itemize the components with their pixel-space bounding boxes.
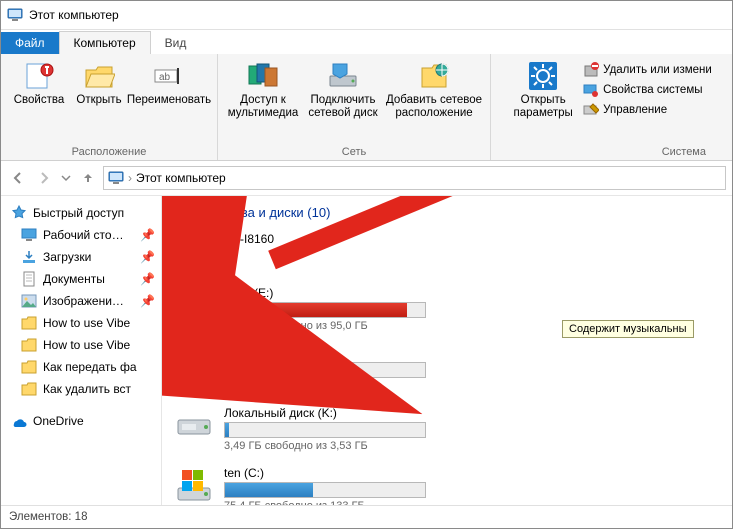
properties-button[interactable]: Свойства [7,56,71,144]
sidebar-item-downloads[interactable]: Загрузки📌 [1,246,161,268]
pin-icon: 📌 [140,272,155,286]
pin-icon: 📌 [140,228,155,242]
usage-bar [224,422,426,438]
explorer-window: Этот компьютер Файл Компьютер Вид Свойст… [0,0,733,529]
tab-view[interactable]: Вид [151,32,201,54]
nav-recent-button[interactable] [59,167,73,189]
computer-icon [7,7,23,23]
folder-icon [21,315,37,331]
sidebar-item-desktop[interactable]: Рабочий сто…📌 [1,224,161,246]
sidebar-onedrive[interactable]: OneDrive [1,410,161,432]
open-settings-button[interactable]: Открыть параметры [507,56,579,119]
window-title: Этот компьютер [29,8,119,22]
hdd-icon [174,286,214,326]
desktop-icon [21,227,37,243]
sidebar-item-folder[interactable]: Как удалить вст [1,378,161,400]
usage-bar [224,482,426,498]
chevron-down-icon: ⌄ [170,204,181,220]
devices-group-header[interactable]: ⌄ Устройства и диски (10) [170,204,724,220]
folder-icon [21,381,37,397]
sidebar-item-pictures[interactable]: Изображени…📌 [1,290,161,312]
manage-button[interactable]: Управление [579,100,716,120]
device-item[interactable]: GT-I8160 [170,228,460,282]
pictures-icon [21,293,37,309]
hdd-icon [174,406,214,446]
computer-icon [108,170,124,186]
drive-item-local-k[interactable]: Локальный диск (K:) 3,49 ГБ свободно из … [170,402,460,462]
add-network-location-button[interactable]: Добавить сетевое расположение [384,56,484,144]
map-drive-icon [327,60,359,92]
folder-icon [21,359,37,375]
open-icon [83,60,115,92]
tooltip: Содержит музыкальны [562,320,694,338]
open-button[interactable]: Открыть [71,56,127,144]
documents-icon [21,271,37,287]
system-properties-button[interactable]: Свойства системы [579,80,716,100]
tab-computer[interactable]: Компьютер [59,31,151,54]
drive-item-ten-c[interactable]: ten (C:) 75,4 ГБ свободно из 133 ГБ [170,462,460,505]
drive-item-hptools[interactable]: HP_TOOLS (H:) 1,98 ГБ свободно из 2,00 Г… [170,342,460,402]
uninstall-programs-button[interactable]: Удалить или измени [579,60,716,80]
nav-back-button[interactable] [7,167,29,189]
address-bar-row: › Этот компьютер [1,161,732,196]
ribbon-group-network: Доступ к мультимедиа Подключить сетевой … [218,54,491,160]
group-label-system: Система [662,144,706,160]
nav-up-button[interactable] [77,167,99,189]
windows-drive-icon [174,466,214,505]
sysprops-icon [583,82,599,98]
svg-text:ab: ab [159,72,171,83]
pin-icon: 📌 [140,294,155,308]
sidebar-item-documents[interactable]: Документы📌 [1,268,161,290]
usage-bar [224,362,426,378]
group-label-network: Сеть [342,144,366,160]
address-bar[interactable]: › Этот компьютер [103,166,726,190]
sidebar-item-folder[interactable]: Как передать фа [1,356,161,378]
mp3-player-icon [174,232,214,272]
properties-icon [23,60,55,92]
map-drive-button[interactable]: Подключить сетевой диск [302,56,384,144]
group-label-location: Расположение [72,144,147,160]
manage-icon [583,102,599,118]
navigation-pane: Быстрый доступ Рабочий сто…📌 Загрузки📌 Д… [1,196,162,505]
pin-icon: 📌 [140,250,155,264]
sidebar-item-folder[interactable]: How to use Vibe [1,312,161,334]
star-icon [11,205,27,221]
nav-forward-button[interactable] [33,167,55,189]
status-bar: Элементов: 18 [1,505,732,528]
media-icon [247,60,279,92]
drive-item-store[interactable]: store (E:) 8,47 ГБ свободно из 95,0 ГБ [170,282,460,342]
tab-file[interactable]: Файл [1,32,59,54]
usage-bar [224,302,426,318]
rename-icon: ab [153,60,185,92]
downloads-icon [21,249,37,265]
ribbon: Свойства Открыть ab Переименовать Распол… [1,54,732,161]
rename-button[interactable]: ab Переименовать [127,56,211,144]
ribbon-group-location: Свойства Открыть ab Переименовать Распол… [1,54,218,160]
status-item-count: Элементов: 18 [9,511,87,523]
breadcrumb[interactable]: Этот компьютер [136,171,226,185]
hdd-icon [174,346,214,386]
folder-icon [21,337,37,353]
title-bar: Этот компьютер [1,1,732,30]
settings-icon [527,60,559,92]
media-access-button[interactable]: Доступ к мультимедиа [224,56,302,144]
ribbon-group-system: Открыть параметры Удалить или измени Сво… [491,54,732,160]
content-pane: ⌄ Устройства и диски (10) GT-I8160 store… [162,196,732,505]
uninstall-icon [583,62,599,78]
sidebar-item-folder[interactable]: How to use Vibe [1,334,161,356]
sidebar-quick-access[interactable]: Быстрый доступ [1,202,161,224]
onedrive-icon [11,413,27,429]
ribbon-tabs: Файл Компьютер Вид [1,30,732,54]
add-net-icon [418,60,450,92]
